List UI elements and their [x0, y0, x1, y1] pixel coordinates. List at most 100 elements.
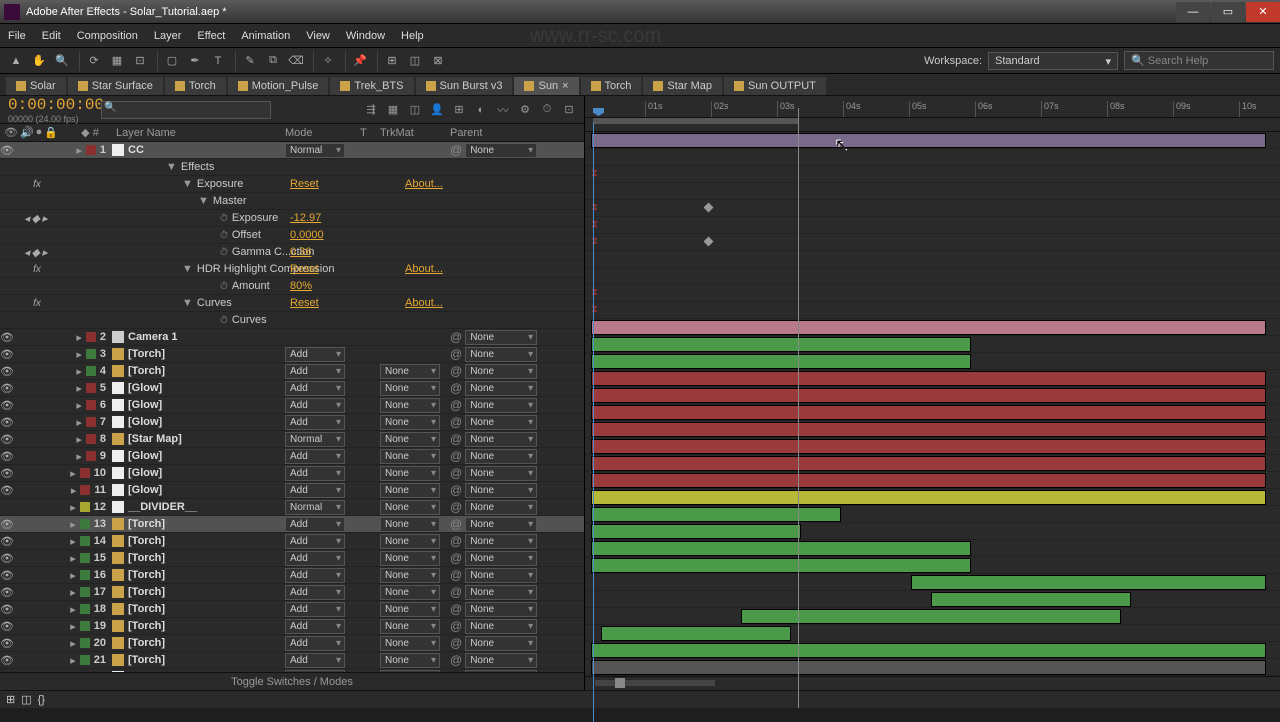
label-color-chip[interactable]: [80, 519, 90, 529]
comp-tab-motion-pulse[interactable]: Motion_Pulse: [228, 77, 329, 95]
label-color-chip[interactable]: [86, 451, 96, 461]
twirl-icon[interactable]: ▸: [76, 348, 82, 361]
stopwatch-icon[interactable]: ⏱: [220, 213, 228, 224]
visibility-toggle-icon[interactable]: 👁: [0, 144, 14, 157]
blend-mode-select[interactable]: Normal: [285, 670, 345, 673]
layer-row[interactable]: 👁▸1CCNormal@None: [0, 142, 584, 159]
keyframe-diamond-icon[interactable]: ◆: [32, 246, 40, 259]
next-keyframe-icon[interactable]: ▸: [42, 212, 48, 225]
pickwhip-icon[interactable]: @: [450, 449, 462, 463]
trkmat-select[interactable]: None: [380, 449, 440, 464]
blend-mode-select[interactable]: Add: [285, 653, 345, 668]
draft-3d-icon[interactable]: ▦: [384, 101, 402, 119]
layer-name-text[interactable]: [Torch]: [128, 348, 165, 360]
timeline-track[interactable]: [585, 149, 1280, 166]
layer-duration-bar[interactable]: [601, 626, 791, 641]
grid-icon[interactable]: ⊠: [428, 51, 448, 71]
layer-duration-bar[interactable]: [591, 320, 1266, 335]
label-color-chip[interactable]: [86, 332, 96, 342]
menu-animation[interactable]: Animation: [241, 30, 290, 42]
visibility-toggle-icon[interactable]: 👁: [0, 535, 14, 548]
footer-icon-3[interactable]: {}: [38, 694, 45, 706]
parent-select[interactable]: None: [465, 381, 537, 396]
layer-name-text[interactable]: [Glow]: [128, 416, 162, 428]
pickwhip-icon[interactable]: @: [450, 619, 462, 633]
timeline-track[interactable]: [585, 574, 1280, 591]
blend-mode-select[interactable]: Add: [285, 517, 345, 532]
hand-tool-icon[interactable]: ✋: [29, 51, 49, 71]
search-help-input[interactable]: 🔍 Search Help: [1124, 51, 1274, 70]
label-color-chip[interactable]: [80, 638, 90, 648]
effect-property-row[interactable]: fx▼ExposureResetAbout...: [0, 176, 584, 193]
twirl-icon[interactable]: ▸: [76, 365, 82, 378]
pickwhip-icon[interactable]: @: [450, 551, 462, 565]
visibility-toggle-icon[interactable]: 👁: [0, 586, 14, 599]
parent-select[interactable]: None: [465, 449, 537, 464]
timeline-track[interactable]: ⧗: [585, 166, 1280, 183]
blend-mode-select[interactable]: Add: [285, 568, 345, 583]
parent-select[interactable]: None: [465, 415, 537, 430]
twirl-icon[interactable]: ▸: [70, 501, 76, 514]
brush-tool-icon[interactable]: ✎: [240, 51, 260, 71]
visibility-toggle-icon[interactable]: 👁: [0, 416, 14, 429]
twirl-icon[interactable]: ▼: [198, 195, 209, 207]
comp-tab-sun-burst-v3[interactable]: Sun Burst v3: [416, 77, 513, 95]
eraser-tool-icon[interactable]: ⌫: [286, 51, 306, 71]
label-color-chip[interactable]: [80, 604, 90, 614]
pickwhip-icon[interactable]: @: [450, 602, 462, 616]
visibility-toggle-icon[interactable]: 👁: [0, 484, 14, 497]
timeline-track[interactable]: [585, 642, 1280, 659]
layer-name-text[interactable]: [Glow]: [128, 399, 162, 411]
timeline-track[interactable]: [585, 455, 1280, 472]
trkmat-select[interactable]: None: [380, 534, 440, 549]
trkmat-select[interactable]: None: [380, 636, 440, 651]
layer-name-text[interactable]: [Torch]: [128, 518, 165, 530]
reset-link[interactable]: Reset: [290, 297, 319, 309]
visibility-toggle-icon[interactable]: 👁: [0, 467, 14, 480]
twirl-icon[interactable]: ▸: [70, 586, 76, 599]
twirl-icon[interactable]: ▸: [70, 467, 76, 480]
layer-switches-icon[interactable]: ⊡: [560, 101, 578, 119]
brainstorm-icon[interactable]: ⚙: [516, 101, 534, 119]
keyframe-icon[interactable]: [704, 202, 714, 212]
timeline-track[interactable]: [585, 506, 1280, 523]
rotation-tool-icon[interactable]: ⟳: [84, 51, 104, 71]
layer-name-text[interactable]: Camera 1: [128, 331, 178, 343]
visibility-toggle-icon[interactable]: 👁: [0, 331, 14, 344]
close-button[interactable]: ✕: [1246, 2, 1280, 22]
twirl-icon[interactable]: ▸: [70, 552, 76, 565]
timeline-track[interactable]: ⧗: [585, 234, 1280, 251]
blend-mode-select[interactable]: Add: [285, 619, 345, 634]
property-value[interactable]: 0.0000: [290, 229, 324, 241]
property-value[interactable]: 80%: [290, 280, 312, 292]
work-area-bar[interactable]: [593, 118, 798, 124]
text-tool-icon[interactable]: T: [208, 51, 228, 71]
twirl-icon[interactable]: ▸: [76, 416, 82, 429]
twirl-icon[interactable]: ▸: [70, 518, 76, 531]
timeline-zoom-slider[interactable]: [595, 680, 715, 686]
label-color-chip[interactable]: [86, 400, 96, 410]
layer-row[interactable]: 👁▸2Camera 1@None: [0, 329, 584, 346]
about-link[interactable]: About...: [405, 297, 443, 309]
property-value[interactable]: -12.97: [290, 212, 321, 224]
footer-icon-2[interactable]: ◫: [21, 693, 31, 706]
visibility-toggle-icon[interactable]: 👁: [0, 620, 14, 633]
twirl-icon[interactable]: ▸: [70, 620, 76, 633]
label-color-chip[interactable]: [86, 366, 96, 376]
parent-select[interactable]: None: [465, 551, 537, 566]
label-color-chip[interactable]: [80, 621, 90, 631]
pickwhip-icon[interactable]: @: [450, 500, 462, 514]
property-value[interactable]: 0.36: [290, 246, 311, 258]
work-area-end[interactable]: [798, 108, 799, 708]
pickwhip-icon[interactable]: @: [450, 483, 462, 497]
label-color-chip[interactable]: [80, 468, 90, 478]
label-color-chip[interactable]: [80, 502, 90, 512]
time-ruler[interactable]: 01s02s03s04s05s06s07s08s09s10s: [585, 96, 1280, 118]
layer-name-text[interactable]: [Torch]: [128, 637, 165, 649]
comp-tab-star-surface[interactable]: Star Surface: [68, 77, 163, 95]
layer-row[interactable]: ▸12__DIVIDER__NormalNone@None: [0, 499, 584, 516]
twirl-icon[interactable]: ▸: [70, 603, 76, 616]
parent-select[interactable]: None: [465, 517, 537, 532]
timeline-track[interactable]: [585, 370, 1280, 387]
blend-mode-select[interactable]: Normal: [285, 432, 345, 447]
